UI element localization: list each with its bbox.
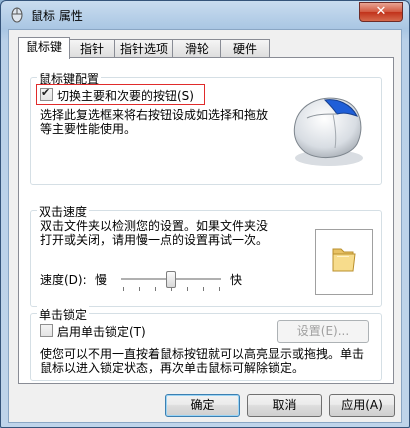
click-lock-legend: 单击锁定 xyxy=(37,306,90,323)
enable-click-lock-checkbox[interactable] xyxy=(40,324,53,337)
tab-hardware[interactable]: 硬件 xyxy=(220,39,270,58)
tab-label: 指针 xyxy=(79,42,104,56)
cancel-label: 取消 xyxy=(272,398,297,412)
mouse-properties-window: 鼠标 属性 ✕ 鼠标键 指针 指针选项 滑轮 硬件 鼠标键配置 切换主要和次要的… xyxy=(0,0,410,428)
tab-label: 鼠标键 xyxy=(25,40,62,54)
apply-label: 应用(A) xyxy=(341,398,383,412)
dialog-client-area: 鼠标键 指针 指针选项 滑轮 硬件 鼠标键配置 切换主要和次要的按钮(S) 选择… xyxy=(8,29,402,423)
button-config-group: 鼠标键配置 切换主要和次要的按钮(S) 选择此复选框来将右按钮设成如选择和拖放 … xyxy=(30,70,382,185)
tab-pointers[interactable]: 指针 xyxy=(68,39,116,58)
speed-label: 速度(D): xyxy=(40,273,87,287)
description-line: 双击文件夹以检测您的设置。如果文件夹没 xyxy=(40,219,269,233)
slider-tick xyxy=(219,287,220,291)
enable-click-lock-label[interactable]: 启用单击锁定(T) xyxy=(57,323,146,340)
description-line: 等主要性能使用。 xyxy=(40,122,137,136)
slider-tick xyxy=(155,287,156,291)
switch-buttons-label[interactable]: 切换主要和次要的按钮(S) xyxy=(57,87,194,104)
close-icon: ✕ xyxy=(375,4,387,19)
double-click-description: 双击文件夹以检测您的设置。如果文件夹没 打开或关闭，请用慢一点的设置再试一次。 xyxy=(40,219,268,247)
fast-label: 快 xyxy=(230,273,243,287)
tab-label: 滑轮 xyxy=(184,42,209,56)
tab-wheel[interactable]: 滑轮 xyxy=(172,39,222,58)
description-line: 鼠标以进入锁定状态，再次单击鼠标可解除锁定。 xyxy=(40,361,305,375)
switch-buttons-description: 选择此复选框来将右按钮设成如选择和拖放 等主要性能使用。 xyxy=(40,108,268,136)
close-button[interactable]: ✕ xyxy=(359,2,403,22)
buttons-tab-panel: 鼠标键配置 切换主要和次要的按钮(S) 选择此复选框来将右按钮设成如选择和拖放 … xyxy=(18,57,394,384)
tab-buttons[interactable]: 鼠标键 xyxy=(18,37,70,59)
tab-pointer-options[interactable]: 指针选项 xyxy=(114,39,174,58)
click-lock-settings-button[interactable]: 设置(E)... xyxy=(277,320,369,343)
folder-icon xyxy=(332,248,356,272)
description-line: 使您可以不用一直按着鼠标按钮就可以高亮显示或拖拽。单击 xyxy=(40,347,365,361)
description-line: 打开或关闭，请用慢一点的设置再试一次。 xyxy=(40,233,269,247)
settings-button-label: 设置(E)... xyxy=(296,324,350,338)
apply-button[interactable]: 应用(A) xyxy=(329,394,395,417)
cancel-button[interactable]: 取消 xyxy=(247,394,322,417)
double-click-speed-group: 双击速度 双击文件夹以检测您的设置。如果文件夹没 打开或关闭，请用慢一点的设置再… xyxy=(30,203,382,307)
double-click-legend: 双击速度 xyxy=(37,203,90,220)
slow-label: 慢 xyxy=(95,273,108,287)
switch-buttons-checkbox[interactable] xyxy=(40,86,53,101)
double-click-test-area[interactable] xyxy=(315,229,373,295)
mouse-app-icon xyxy=(11,7,23,23)
click-lock-description: 使您可以不用一直按着鼠标按钮就可以高亮显示或拖拽。单击 鼠标以进入锁定状态，再次… xyxy=(40,347,364,375)
ok-label: 确定 xyxy=(190,398,215,412)
ok-button[interactable]: 确定 xyxy=(165,394,240,417)
mouse-image-icon xyxy=(293,97,363,166)
slider-tick xyxy=(123,287,124,291)
window-title: 鼠标 属性 xyxy=(31,9,83,23)
slider-thumb[interactable] xyxy=(166,271,176,288)
slider-tick xyxy=(187,287,188,291)
description-line: 选择此复选框来将右按钮设成如选择和拖放 xyxy=(40,108,269,122)
title-bar[interactable]: 鼠标 属性 ✕ xyxy=(1,1,409,29)
slider-tick xyxy=(139,287,140,291)
tab-label: 硬件 xyxy=(232,42,257,56)
tab-label: 指针选项 xyxy=(119,42,168,56)
slider-tick xyxy=(203,287,204,291)
click-lock-group: 单击锁定 启用单击锁定(T) 设置(E)... 使您可以不用一直按着鼠标按钮就可… xyxy=(30,306,382,381)
